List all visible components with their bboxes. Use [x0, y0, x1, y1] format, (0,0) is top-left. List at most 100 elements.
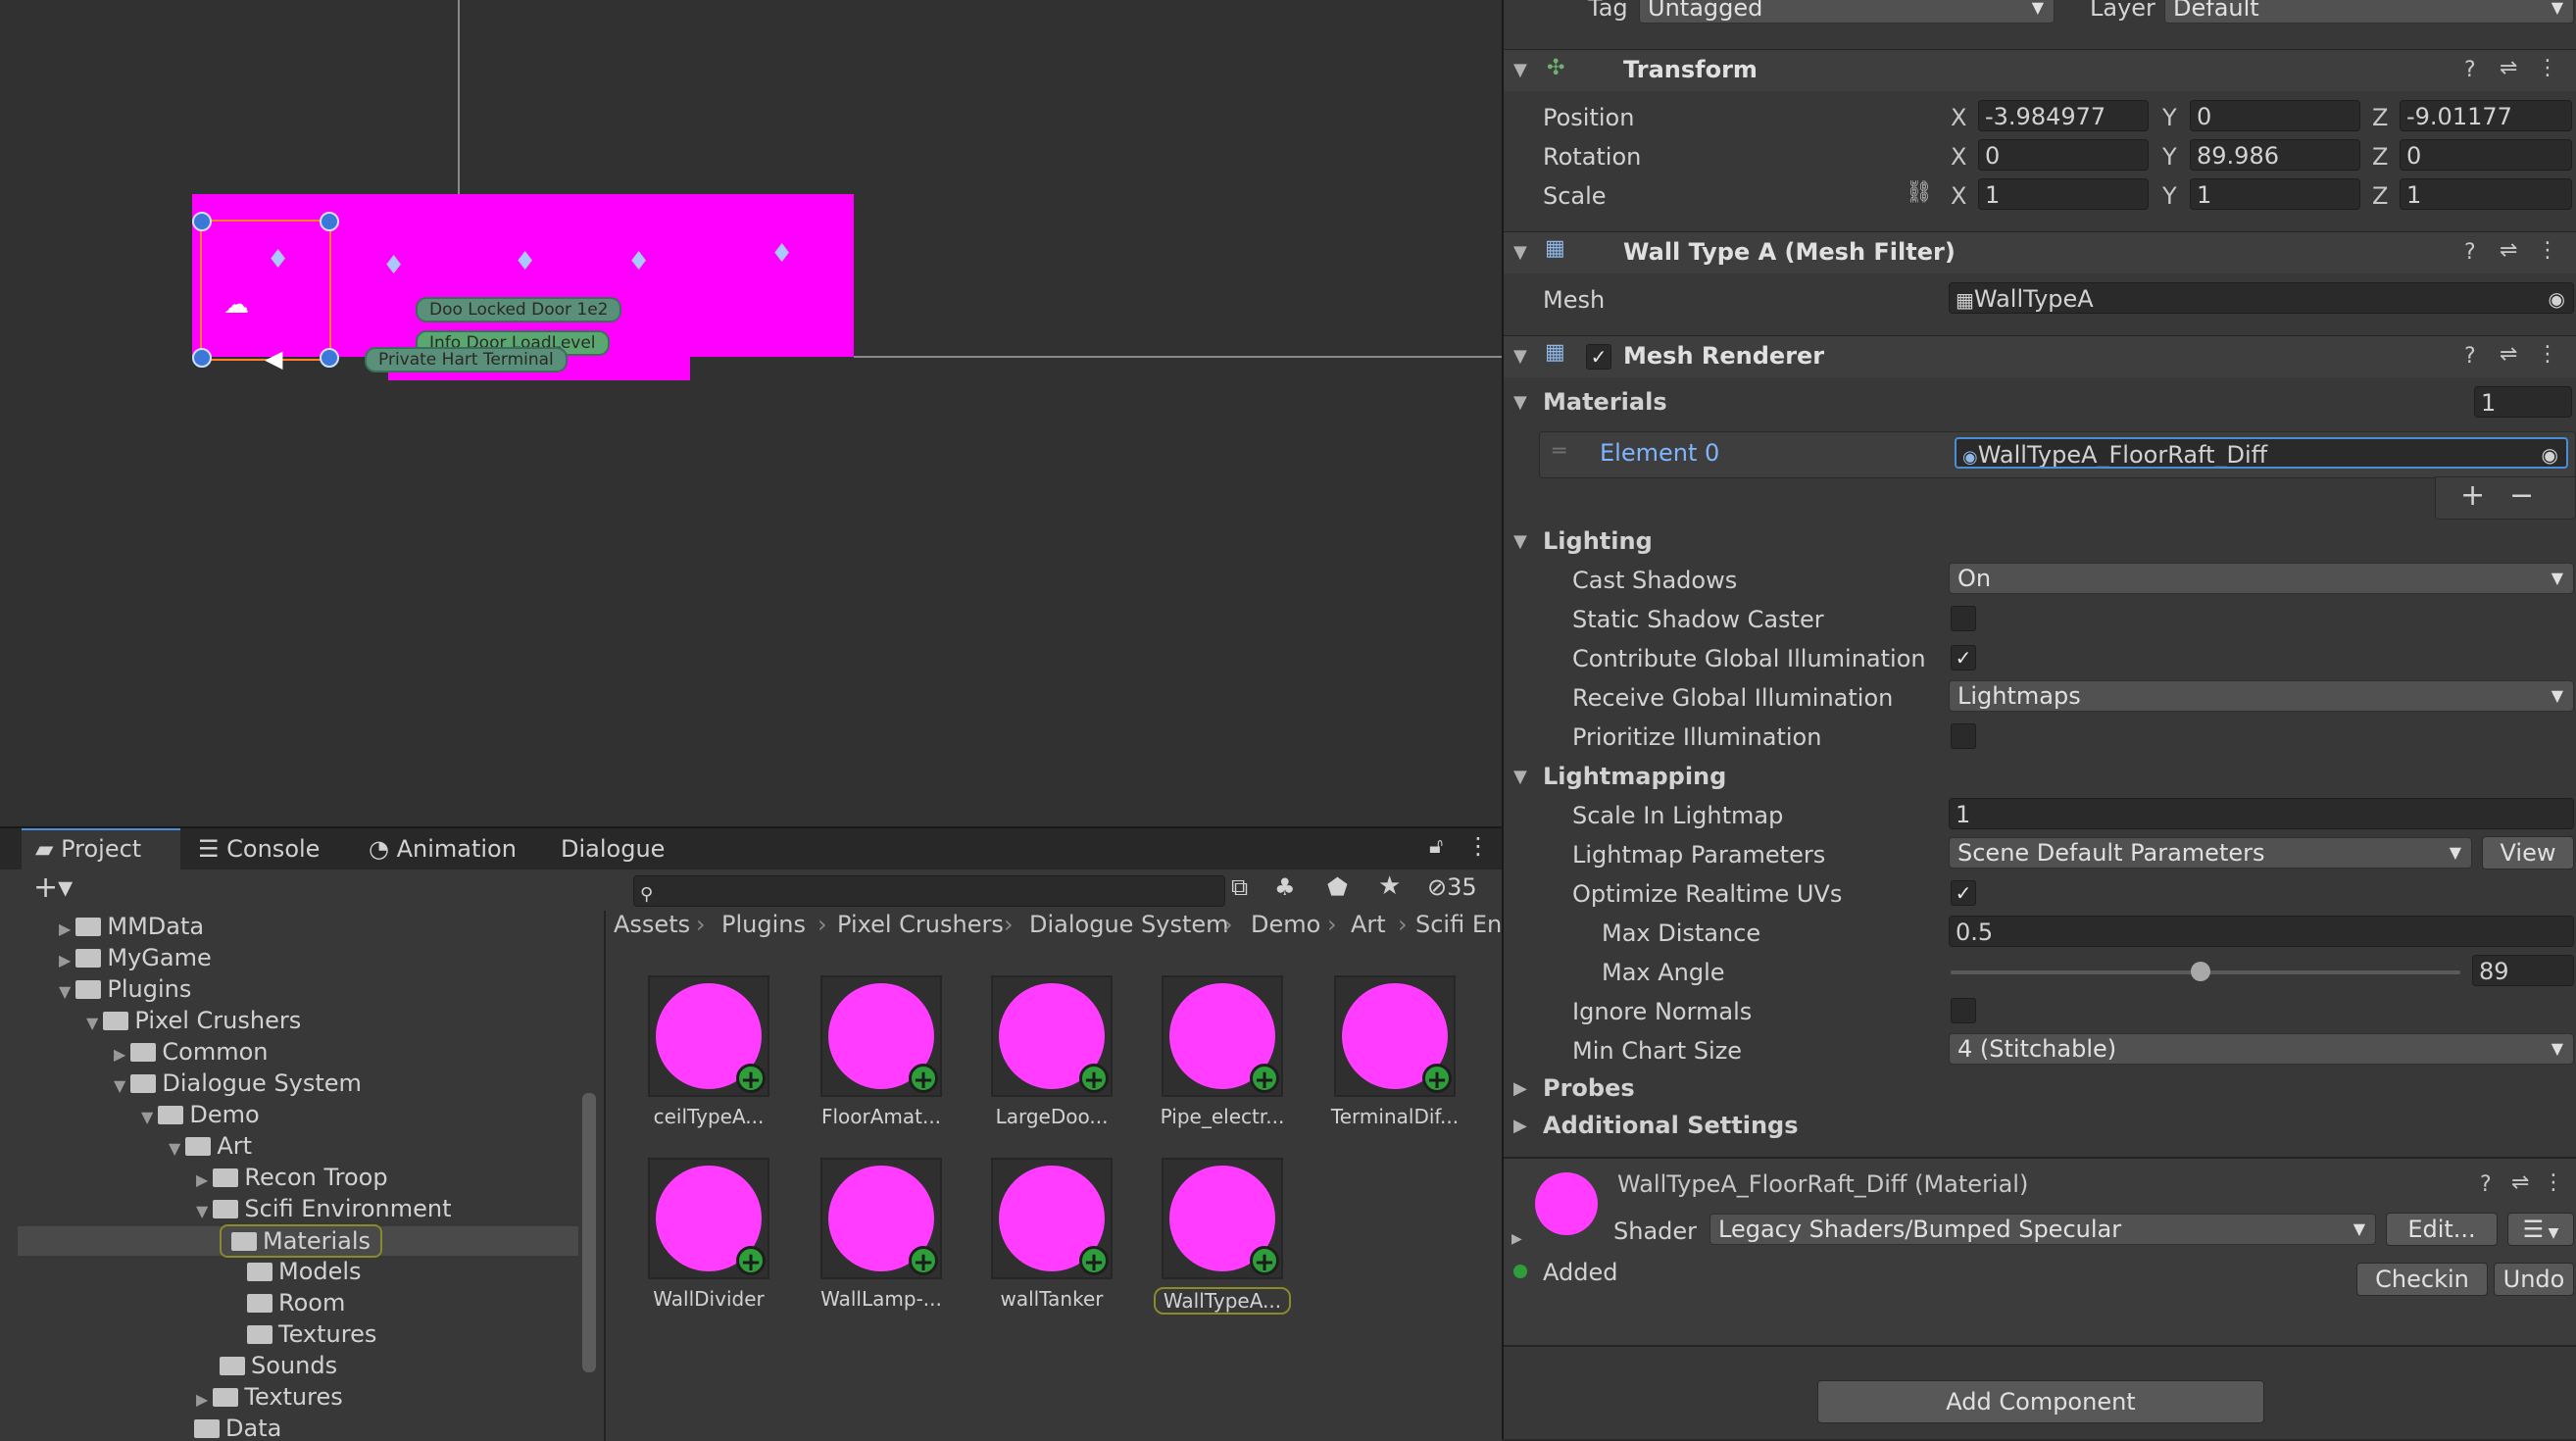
- tree-item[interactable]: ▶ MMData: [59, 911, 204, 942]
- min-chart-size-dropdown[interactable]: 4 (Stitchable) ▼: [1949, 1033, 2574, 1065]
- prioritize-illumination-checkbox[interactable]: [1951, 723, 1976, 749]
- breadcrumb-item[interactable]: Dialogue System: [1029, 911, 1229, 938]
- tree-item[interactable]: ▼ Demo: [141, 1099, 260, 1130]
- light-icon[interactable]: ♦: [382, 251, 405, 280]
- position-x-field[interactable]: -3.984977: [1978, 100, 2149, 131]
- rotation-y-field[interactable]: 89.986: [2190, 139, 2360, 171]
- help-icon[interactable]: ?: [2480, 1172, 2492, 1197]
- optimize-uvs-checkbox[interactable]: ✓: [1951, 880, 1976, 906]
- tree-item[interactable]: ▶ Common: [114, 1036, 268, 1068]
- handle-bottom-right[interactable]: [320, 348, 339, 368]
- kebab-menu-icon[interactable]: ⋮: [2537, 342, 2558, 367]
- tree-item[interactable]: Data: [194, 1413, 281, 1441]
- max-angle-slider-thumb[interactable]: [2190, 962, 2210, 981]
- axis-y-label[interactable]: Y: [2162, 104, 2177, 131]
- handle-top-left[interactable]: [192, 212, 212, 231]
- breadcrumb-item[interactable]: Assets: [614, 911, 690, 938]
- asset-item[interactable]: + FloorAmat...: [808, 975, 955, 1128]
- create-add-button[interactable]: +▾: [33, 871, 73, 905]
- tree-item[interactable]: ▼ Pixel Crushers: [86, 1005, 301, 1036]
- collapse-triangle-icon[interactable]: ▼: [1513, 60, 1527, 80]
- asset-item[interactable]: + LargeDoo...: [978, 975, 1125, 1128]
- tree-item[interactable]: ▶ Textures: [196, 1381, 343, 1413]
- collapse-triangle-icon[interactable]: ▼: [1513, 242, 1527, 263]
- transform-header[interactable]: ▼ ✣ Transform ? ⇌ ⋮: [1504, 49, 2576, 91]
- ignore-normals-checkbox[interactable]: [1951, 998, 1976, 1023]
- scale-z-field[interactable]: 1: [2400, 178, 2572, 210]
- presets-icon[interactable]: ⇌: [2500, 238, 2517, 263]
- receive-gi-dropdown[interactable]: Lightmaps ▼: [1949, 680, 2574, 712]
- light-icon[interactable]: ♦: [514, 247, 536, 276]
- object-picker-icon[interactable]: ◉: [2542, 439, 2558, 467]
- presets-icon[interactable]: ⇌: [2500, 56, 2517, 80]
- rotation-x-field[interactable]: 0: [1978, 139, 2149, 171]
- collapse-triangle-icon[interactable]: ▼: [1513, 767, 1527, 787]
- lightmap-parameters-dropdown[interactable]: Scene Default Parameters ▼: [1949, 837, 2472, 869]
- cast-shadows-dropdown[interactable]: On ▼: [1949, 563, 2574, 594]
- kebab-menu-icon[interactable]: ⋮: [2537, 56, 2558, 80]
- light-icon[interactable]: ♦: [627, 247, 650, 276]
- asset-item[interactable]: + TerminalDif...: [1321, 975, 1468, 1128]
- contribute-gi-checkbox[interactable]: ✓: [1951, 645, 1976, 671]
- axis-y-label[interactable]: Y: [2162, 143, 2177, 171]
- expand-triangle-icon[interactable]: ▶: [1513, 1116, 1527, 1136]
- scene-view[interactable]: ♦ ♦ ♦ ♦ ♦ ☁ ◀ Doo Locked Door 1e2 Info D…: [0, 0, 1502, 826]
- tab-dialogue[interactable]: Dialogue: [561, 828, 665, 870]
- asset-item[interactable]: + Pipe_electr...: [1149, 975, 1296, 1128]
- breadcrumb-item[interactable]: Pixel Crushers: [837, 911, 1004, 938]
- handle-bottom-left[interactable]: [192, 348, 212, 368]
- view-button[interactable]: View: [2482, 836, 2574, 870]
- tree-item[interactable]: Textures: [247, 1318, 376, 1350]
- folder-tree[interactable]: ▶ MMData ▶ MyGame ▼ Plugins ▼ Pixel Crus…: [18, 911, 606, 1441]
- tag-dropdown[interactable]: Untagged ▼: [1639, 0, 2055, 24]
- tab-animation[interactable]: ◔ Animation: [369, 828, 517, 870]
- collapse-triangle-icon[interactable]: ▼: [1513, 531, 1527, 552]
- presets-icon[interactable]: ⇌: [2500, 342, 2517, 367]
- scene-label[interactable]: Doo Locked Door 1e2: [416, 297, 622, 323]
- favorites-star-icon[interactable]: ★: [1378, 871, 1401, 901]
- kebab-menu-icon[interactable]: ⋮: [2543, 1170, 2564, 1195]
- breadcrumb-item[interactable]: Plugins: [721, 911, 806, 938]
- enabled-checkbox[interactable]: ✓: [1586, 344, 1611, 370]
- layer-dropdown[interactable]: Default ▼: [2164, 0, 2574, 24]
- search-input[interactable]: ⚲: [633, 875, 1225, 907]
- mesh-renderer-header[interactable]: ▼ ▦ ✓ Mesh Renderer ? ⇌ ⋮: [1504, 335, 2576, 377]
- tab-project[interactable]: ▰ Project: [35, 828, 141, 870]
- help-icon[interactable]: ?: [2464, 344, 2476, 369]
- kebab-menu-icon[interactable]: ⋮: [2537, 238, 2558, 263]
- kebab-menu-icon[interactable]: ⋮: [1466, 832, 1490, 860]
- materials-size-field[interactable]: 1: [2474, 386, 2572, 418]
- scene-label[interactable]: Private Hart Terminal: [365, 347, 568, 373]
- max-distance-field[interactable]: 0.5: [1949, 916, 2574, 947]
- expand-triangle-icon[interactable]: ▶: [1513, 1078, 1527, 1099]
- filter-by-type-icon[interactable]: ♣: [1274, 873, 1296, 901]
- checkin-button[interactable]: Checkin: [2356, 1263, 2488, 1296]
- shader-dropdown[interactable]: Legacy Shaders/Bumped Specular ▼: [1709, 1214, 2376, 1245]
- breadcrumb-item[interactable]: Art: [1351, 911, 1386, 938]
- axis-x-label[interactable]: X: [1951, 182, 1966, 210]
- tree-item[interactable]: Room: [247, 1287, 345, 1318]
- constrain-proportions-icon[interactable]: ⛓: [1906, 180, 1933, 205]
- axis-z-label[interactable]: Z: [2372, 143, 2388, 171]
- tree-item[interactable]: Sounds: [220, 1350, 337, 1381]
- mesh-filter-header[interactable]: ▼ ▦ Wall Type A (Mesh Filter) ? ⇌ ⋮: [1504, 231, 2576, 273]
- add-component-button[interactable]: Add Component: [1817, 1380, 2264, 1423]
- tree-item[interactable]: Models: [247, 1256, 362, 1287]
- asset-item[interactable]: + WallDivider: [635, 1158, 782, 1311]
- position-z-field[interactable]: -9.01177: [2400, 100, 2572, 131]
- scale-in-lightmap-field[interactable]: 1: [1949, 798, 2574, 829]
- tree-item[interactable]: ▼ Art: [169, 1130, 252, 1162]
- search-by-type-icon[interactable]: ⧉: [1231, 873, 1248, 901]
- tree-item[interactable]: ▶ MyGame: [59, 942, 212, 973]
- asset-item[interactable]: + wallTanker: [978, 1158, 1125, 1311]
- tree-item[interactable]: ▼ Plugins: [59, 973, 191, 1005]
- axis-x-label[interactable]: X: [1951, 104, 1966, 131]
- add-element-button[interactable]: +: [2460, 478, 2485, 513]
- tab-console[interactable]: ☰ Console: [198, 828, 320, 870]
- presets-icon[interactable]: ⇌: [2511, 1170, 2529, 1195]
- filter-by-label-icon[interactable]: ⬟: [1327, 873, 1348, 901]
- lock-icon[interactable]: 🔓︎: [1429, 834, 1443, 859]
- breadcrumb-item[interactable]: Scifi En: [1415, 911, 1502, 938]
- light-icon[interactable]: ♦: [267, 245, 289, 274]
- light-icon[interactable]: ♦: [770, 239, 793, 269]
